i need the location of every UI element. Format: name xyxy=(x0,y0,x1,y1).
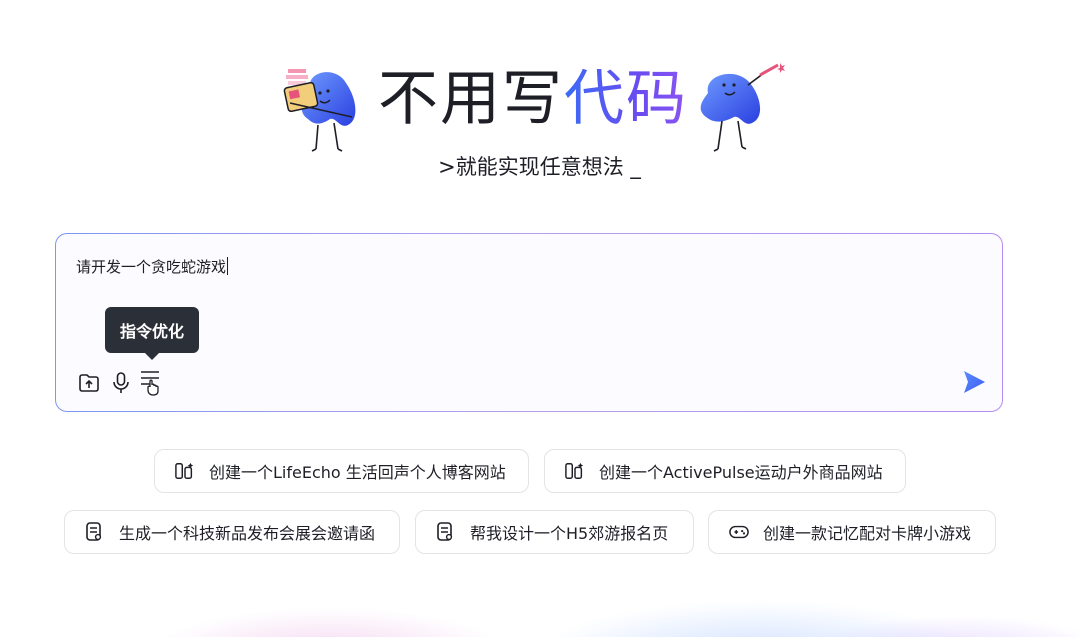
suggestion-chip-4[interactable]: 帮我设计一个H5郊游报名页 xyxy=(415,510,694,554)
mascot-left-illustration xyxy=(283,69,356,152)
prompt-optimize-button[interactable] xyxy=(139,370,165,396)
suggestion-label-4: 帮我设计一个H5郊游报名页 xyxy=(470,524,669,543)
h5-page-icon xyxy=(436,522,456,542)
text-caret xyxy=(227,257,229,275)
title-plain: 不用写 xyxy=(378,64,564,134)
website-template-icon xyxy=(175,461,195,481)
prompt-composer: 请开发一个贪吃蛇游戏 指令优化 xyxy=(55,233,1003,412)
title-highlight: 代码 xyxy=(564,64,688,134)
tooltip-optimize: 指令优化 xyxy=(105,307,199,360)
prompt-textarea[interactable]: 请开发一个贪吃蛇游戏 xyxy=(76,256,229,277)
suggestion-chip-2[interactable]: 创建一个ActivePulse运动户外商品网站 xyxy=(544,449,906,493)
suggestion-label-2: 创建一个ActivePulse运动户外商品网站 xyxy=(599,463,883,482)
send-button[interactable] xyxy=(960,368,988,396)
suggestion-chip-3[interactable]: 生成一个科技新品发布会展会邀请函 xyxy=(64,510,400,554)
upload-folder-button[interactable] xyxy=(76,370,102,396)
upload-folder-icon xyxy=(79,374,99,392)
gamepad-icon xyxy=(729,522,749,542)
suggestion-label-5: 创建一款记忆配对卡牌小游戏 xyxy=(763,524,972,543)
website-template-icon xyxy=(565,461,585,481)
page-subtitle: >就能实现任意想法 _ xyxy=(438,155,641,179)
prompt-optimize-icon xyxy=(141,371,159,396)
prompt-text: 请开发一个贪吃蛇游戏 xyxy=(76,258,227,276)
suggestion-label-1: 创建一个LifeEcho 生活回声个人博客网站 xyxy=(209,463,506,482)
send-icon xyxy=(964,371,985,393)
mascot-right-illustration xyxy=(700,63,785,152)
h5-page-icon xyxy=(85,522,105,542)
suggestion-label-3: 生成一个科技新品发布会展会邀请函 xyxy=(119,524,376,543)
page-title: 不用写代码 xyxy=(378,63,688,135)
microphone-icon xyxy=(113,372,129,393)
microphone-button[interactable] xyxy=(108,370,134,396)
hero-section: 不用写代码 >就能实现任意想法 _ xyxy=(0,55,1079,195)
suggestion-chip-1[interactable]: 创建一个LifeEcho 生活回声个人博客网站 xyxy=(154,449,529,493)
suggestion-chip-5[interactable]: 创建一款记忆配对卡牌小游戏 xyxy=(708,510,996,554)
